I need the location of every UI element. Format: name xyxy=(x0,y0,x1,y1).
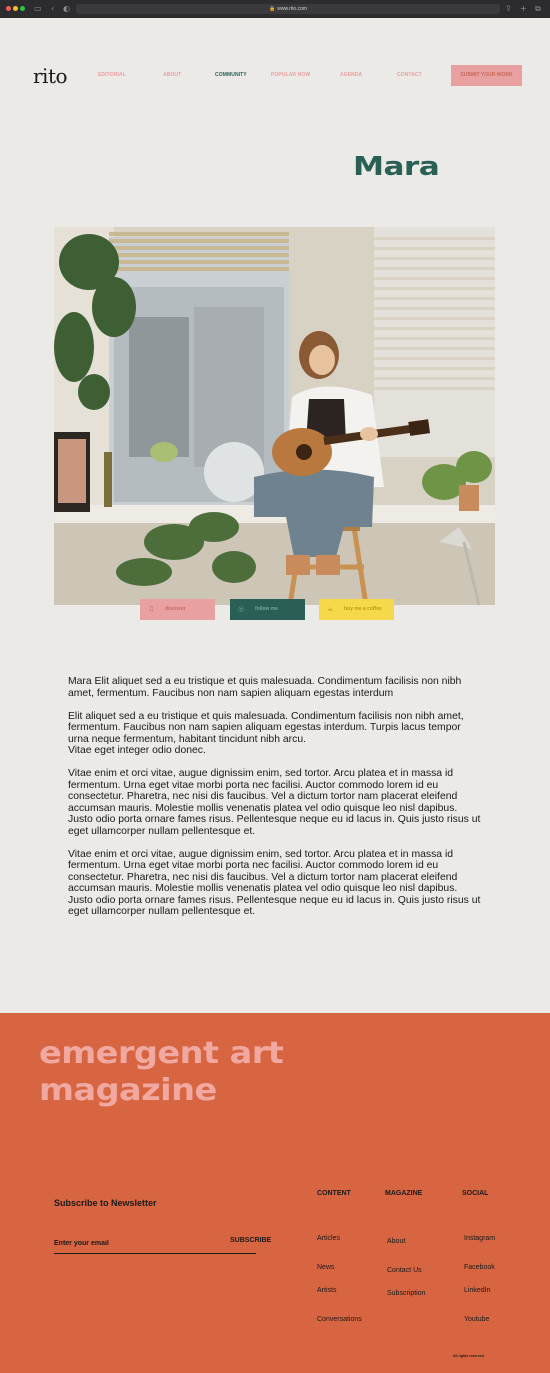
headphones-icon: ♫ xyxy=(148,605,155,613)
nav-item-about[interactable]: ABOUT xyxy=(163,72,181,78)
article-body: Mara Elit aliquet sed a eu tristique et … xyxy=(68,676,484,929)
nav-item-editorial[interactable]: EDITORIAL xyxy=(98,72,126,78)
article-paragraph: Mara Elit aliquet sed a eu tristique et … xyxy=(68,676,462,699)
article-paragraph: Elit aliquet sed a eu tristique et quis … xyxy=(68,710,464,757)
follow-me-label: follow me xyxy=(255,606,279,612)
shield-icon[interactable]: ◐ xyxy=(63,4,70,14)
browser-toolbar: ▭ ‹ ◐ 🔒 www.rito.com ⇪ + ⧉ xyxy=(0,0,550,18)
tabs-overview-icon[interactable]: ⧉ xyxy=(535,4,541,14)
footer-link-news[interactable]: News xyxy=(317,1264,335,1271)
footer-link-facebook[interactable]: Facebook xyxy=(464,1264,495,1271)
maximize-window-icon[interactable] xyxy=(20,6,25,11)
footer-link-youtube[interactable]: Youtube xyxy=(464,1316,489,1323)
footer-link-linkedin[interactable]: LinkedIn xyxy=(464,1287,490,1294)
new-tab-icon[interactable]: + xyxy=(520,4,527,14)
magazine-title-line: magazine xyxy=(39,1073,217,1108)
buy-me-a-coffee-button[interactable]: ☕ buy me a coffee xyxy=(319,599,394,620)
discover-button[interactable]: ♫ discover xyxy=(140,599,215,620)
discover-label: discover xyxy=(165,606,186,612)
site-footer: emergent art magazine Subscribe to Newsl… xyxy=(0,1013,550,1373)
article-paragraph: Vitae enim et orci vitae, augue dignissi… xyxy=(68,768,481,837)
lock-icon: 🔒 xyxy=(269,6,276,12)
coffee-cup-icon: ☕ xyxy=(327,605,334,613)
submit-your-work-button[interactable]: SUBMIT YOUR WORK xyxy=(451,65,522,86)
footer-link-instagram[interactable]: Instagram xyxy=(464,1235,495,1242)
newsletter-heading: Subscribe to Newsletter xyxy=(54,1198,157,1208)
back-icon[interactable]: ‹ xyxy=(51,4,54,14)
magazine-column-heading: MAGAZINE xyxy=(385,1190,423,1197)
magazine-title: emergent art magazine xyxy=(39,1035,284,1109)
nav-item-contact[interactable]: CONTACT xyxy=(397,72,422,78)
social-column-heading: SOCIAL xyxy=(462,1190,489,1197)
content-column-heading: CONTENT xyxy=(317,1190,351,1197)
follow-me-button[interactable]: ◎ follow me xyxy=(230,599,305,620)
nav-item-community[interactable]: COMMUNITY xyxy=(215,72,247,78)
footer-link-about[interactable]: About xyxy=(387,1238,405,1245)
close-window-icon[interactable] xyxy=(6,6,11,11)
subscribe-button[interactable]: SUBSCRIBE xyxy=(230,1237,271,1244)
email-underline xyxy=(54,1253,256,1254)
copyright-text: All rights reserved xyxy=(453,1354,484,1358)
footer-link-subscription[interactable]: Subscription xyxy=(387,1290,426,1297)
site-logo[interactable]: rito xyxy=(33,64,68,88)
footer-link-artists[interactable]: Artists xyxy=(317,1287,336,1294)
buy-me-a-coffee-label: buy me a coffee xyxy=(344,606,382,612)
footer-link-conversations[interactable]: Conversations xyxy=(317,1316,362,1323)
instagram-icon: ◎ xyxy=(238,605,245,613)
nav-item-agenda[interactable]: AGENDA xyxy=(340,72,362,78)
minimize-window-icon[interactable] xyxy=(13,6,18,11)
sidebar-icon[interactable]: ▭ xyxy=(34,4,42,14)
url-text: www.rito.com xyxy=(277,6,307,12)
footer-link-articles[interactable]: Articles xyxy=(317,1235,340,1242)
article-paragraph: Vitae enim et orci vitae, augue dignissi… xyxy=(68,848,481,918)
share-icon[interactable]: ⇪ xyxy=(505,4,512,14)
artist-name-heading: Mara xyxy=(353,152,440,182)
magazine-title-line: emergent art xyxy=(39,1036,284,1071)
email-field[interactable] xyxy=(54,1238,204,1248)
address-bar[interactable]: 🔒 www.rito.com xyxy=(76,4,500,14)
footer-link-contact-us[interactable]: Contact Us xyxy=(387,1267,422,1274)
nav-item-popular-now[interactable]: POPULAR NOW xyxy=(271,72,310,78)
artist-photo xyxy=(54,227,495,605)
